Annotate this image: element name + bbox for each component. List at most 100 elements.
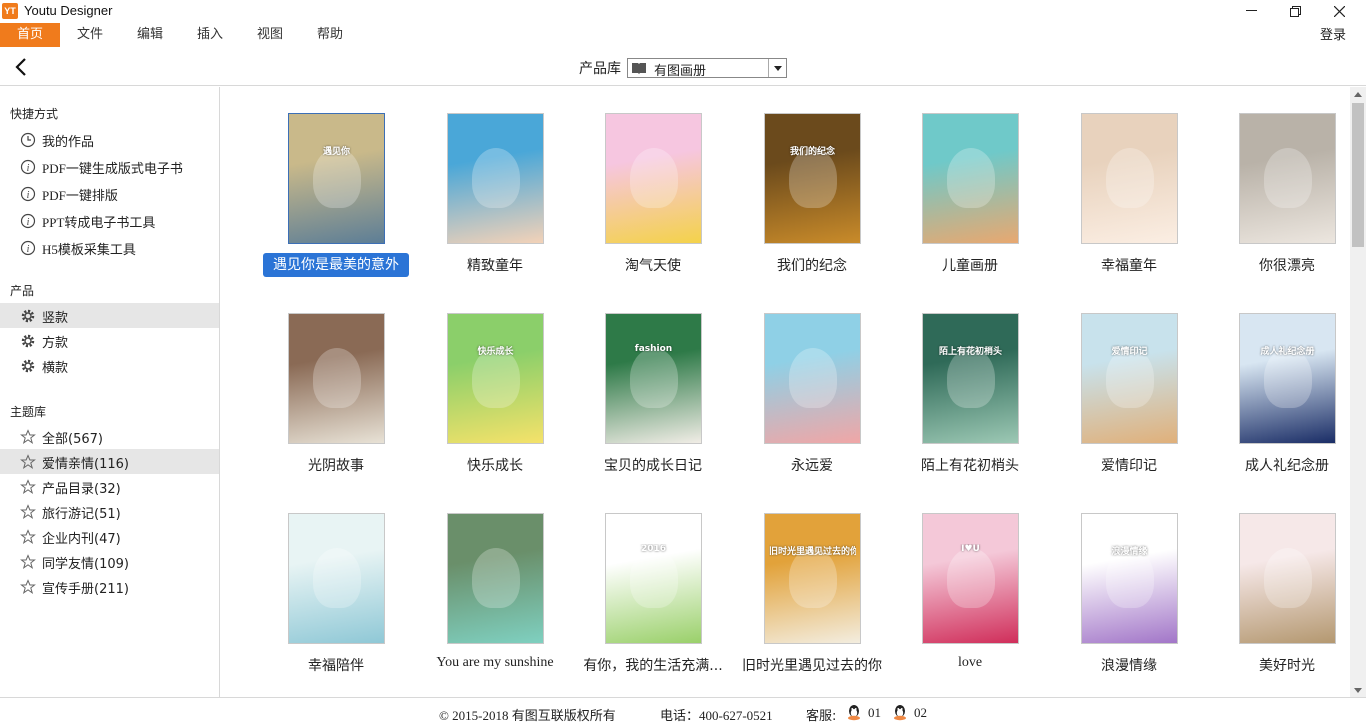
restore-icon — [1289, 5, 1301, 17]
sidebar-item-square[interactable]: 方款 — [0, 328, 219, 353]
thumbnail-figure — [630, 548, 678, 608]
info-icon: i — [20, 186, 36, 202]
template-card[interactable]: 成人礼纪念册 成人礼纪念册 — [1193, 313, 1350, 503]
sidebar-item-theme-catalog[interactable]: 产品目录(32) — [0, 474, 219, 499]
back-button[interactable] — [10, 56, 32, 78]
sidebar-item-horizontal[interactable]: 横款 — [0, 353, 219, 378]
template-card[interactable]: 永远爱 — [718, 313, 878, 503]
template-thumbnail[interactable]: 浪漫情缘 — [1081, 513, 1178, 644]
star-icon — [20, 429, 36, 445]
template-thumbnail[interactable]: 2016 — [605, 513, 702, 644]
template-card[interactable]: I♥U love — [876, 513, 1036, 697]
template-thumbnail[interactable] — [1239, 513, 1336, 644]
template-thumbnail[interactable] — [288, 513, 385, 644]
template-card[interactable]: 我们的纪念 我们的纪念 — [718, 113, 878, 303]
sidebar-item-theme-all[interactable]: 全部(567) — [0, 424, 219, 449]
template-card[interactable]: 快乐成长 快乐成长 — [401, 313, 561, 503]
template-thumbnail[interactable]: 陌上有花初梢头 — [922, 313, 1019, 444]
sidebar-item-my-works[interactable]: 我的作品 — [0, 127, 219, 152]
book-icon — [632, 63, 646, 74]
menu-help[interactable]: 帮助 — [300, 23, 360, 47]
qq-number-2[interactable]: 02 — [914, 705, 927, 721]
template-thumbnail[interactable] — [447, 113, 544, 244]
template-thumbnail[interactable]: fashion — [605, 313, 702, 444]
template-card[interactable]: 遇见你遇见你是最美的意外 — [242, 113, 409, 303]
template-card[interactable]: 陌上有花初梢头 陌上有花初梢头 — [876, 313, 1036, 503]
template-card[interactable]: 淘气天使 — [559, 113, 719, 303]
sidebar-item-h5-tool[interactable]: i H5模板采集工具 — [0, 235, 219, 260]
template-thumbnail[interactable]: 我们的纪念 — [764, 113, 861, 244]
template-thumbnail[interactable]: 爱情印记 — [1081, 313, 1178, 444]
template-card[interactable]: 旧时光里遇见过去的你 旧时光里遇见过去的你 — [718, 513, 882, 697]
sidebar-item-vertical[interactable]: 竖款 — [0, 303, 219, 328]
template-title[interactable]: 遇见你是最美的意外 — [263, 253, 409, 277]
sidebar-item-label: 竖款 — [42, 311, 69, 326]
template-card[interactable]: You are my sunshine — [401, 513, 561, 697]
close-icon — [1333, 5, 1345, 17]
template-card[interactable]: 爱情印记 爱情印记 — [1035, 313, 1195, 503]
qq-icon[interactable] — [892, 704, 908, 721]
template-thumbnail[interactable]: 成人礼纪念册 — [1239, 313, 1336, 444]
library-select[interactable]: 有图画册 — [627, 58, 787, 79]
template-thumbnail[interactable]: 遇见你 — [288, 113, 385, 244]
template-thumbnail[interactable]: 旧时光里遇见过去的你 — [764, 513, 861, 644]
sidebar-item-theme-brochure[interactable]: 宣传手册(211) — [0, 574, 219, 599]
sidebar-item-label: PDF一键生成版式电子书 — [42, 161, 183, 176]
sidebar-item-pdf-layout[interactable]: i PDF一键排版 — [0, 181, 219, 206]
thumbnail-cover-text: 遇见你 — [322, 147, 350, 157]
template-thumbnail[interactable]: 快乐成长 — [447, 313, 544, 444]
template-card[interactable]: 精致童年 — [401, 113, 561, 303]
menu-insert[interactable]: 插入 — [180, 23, 240, 47]
sidebar-item-label: 爱情亲情(116) — [42, 457, 129, 472]
template-card[interactable]: 2016 有你，我的生活充满... — [559, 513, 723, 697]
close-button[interactable] — [1316, 0, 1362, 22]
template-title[interactable]: 成人礼纪念册 — [1192, 455, 1350, 475]
template-thumbnail[interactable] — [605, 113, 702, 244]
template-thumbnail[interactable] — [1081, 113, 1178, 244]
menu-edit[interactable]: 编辑 — [120, 23, 180, 47]
login-link[interactable]: 登录 — [1320, 24, 1346, 43]
scroll-up-button[interactable] — [1350, 87, 1366, 101]
sidebar-item-theme-travel[interactable]: 旅行游记(51) — [0, 499, 219, 524]
scroll-down-button[interactable] — [1350, 683, 1366, 697]
scroll-thumb[interactable] — [1352, 103, 1364, 247]
sidebar-item-ppt-tool[interactable]: i PPT转成电子书工具 — [0, 208, 219, 233]
restore-button[interactable] — [1272, 0, 1318, 22]
dropdown-arrow[interactable] — [768, 59, 786, 77]
qq-number-1[interactable]: 01 — [868, 705, 881, 721]
menu-view[interactable]: 视图 — [240, 23, 300, 47]
template-thumbnail[interactable] — [764, 313, 861, 444]
menu-file[interactable]: 文件 — [60, 23, 120, 47]
template-thumbnail[interactable] — [1239, 113, 1336, 244]
template-card[interactable]: 儿童画册 — [876, 113, 1036, 303]
sidebar-item-label: 横款 — [42, 361, 69, 376]
template-thumbnail[interactable]: I♥U — [922, 513, 1019, 644]
app-title: Youtu Designer — [24, 3, 113, 18]
minimize-button[interactable] — [1228, 0, 1274, 22]
thumbnail-cover-text: 我们的纪念 — [789, 147, 835, 157]
menu-home[interactable]: 首页 — [0, 23, 60, 47]
template-card[interactable]: 光阴故事 — [242, 313, 402, 503]
template-card[interactable]: 幸福陪伴 — [242, 513, 402, 697]
sidebar-item-theme-classmates[interactable]: 同学友情(109) — [0, 549, 219, 574]
gear-icon — [21, 334, 35, 348]
sidebar-item-theme-enterprise[interactable]: 企业内刊(47) — [0, 524, 219, 549]
template-title[interactable]: 美好时光 — [1192, 655, 1350, 675]
template-thumbnail[interactable] — [447, 513, 544, 644]
template-title[interactable]: 你很漂亮 — [1192, 255, 1350, 275]
vertical-scrollbar[interactable] — [1350, 87, 1366, 697]
template-card[interactable]: fashion 宝贝的成长日记 — [559, 313, 719, 503]
sidebar-item-pdf-ebook[interactable]: i PDF一键生成版式电子书 — [0, 154, 219, 179]
products-title: 产品 — [10, 284, 35, 298]
template-card[interactable]: 你很漂亮 — [1193, 113, 1350, 303]
toolbar: 产品库 有图画册 — [0, 48, 1366, 86]
template-thumbnail[interactable] — [922, 113, 1019, 244]
thumbnail-figure — [947, 548, 995, 608]
template-thumbnail[interactable] — [288, 313, 385, 444]
template-card[interactable]: 浪漫情缘 浪漫情缘 — [1035, 513, 1195, 697]
template-card[interactable]: 幸福童年 — [1035, 113, 1195, 303]
chevron-down-icon — [1354, 687, 1362, 693]
sidebar-item-theme-love[interactable]: 爱情亲情(116) — [0, 449, 219, 474]
template-card[interactable]: 美好时光 — [1193, 513, 1350, 697]
qq-icon[interactable] — [846, 704, 862, 721]
